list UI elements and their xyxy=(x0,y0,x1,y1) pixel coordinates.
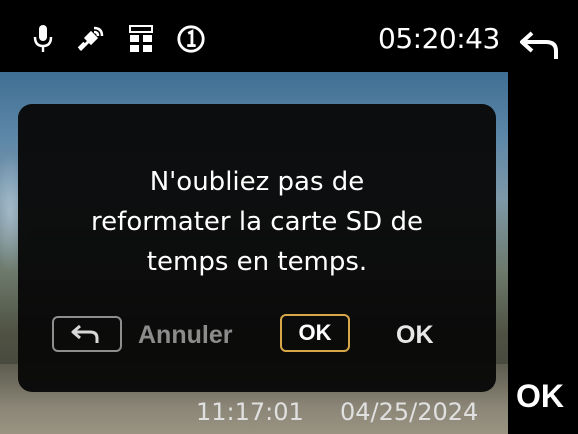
side-ok-button[interactable]: OK xyxy=(516,378,564,415)
dialog-message: N'oubliez pas de reformater la carte SD … xyxy=(18,162,496,282)
gps-satellite-icon xyxy=(76,22,106,56)
microphone-icon xyxy=(28,22,58,56)
wifi-signal-icon xyxy=(126,22,156,56)
back-button[interactable] xyxy=(508,22,572,68)
return-arrow-icon xyxy=(520,31,558,59)
cancel-label[interactable]: Annuler xyxy=(138,321,232,350)
ok-key-button[interactable]: OK xyxy=(280,314,350,352)
return-arrow-icon xyxy=(71,324,99,343)
recording-mode-icon xyxy=(176,22,206,56)
dialog-message-line: reformater la carte SD de xyxy=(91,207,423,237)
overlay-date: 04/25/2024 xyxy=(340,398,479,426)
dialog-message-line: temps en temps. xyxy=(146,247,368,277)
status-bar: 05:20:43 xyxy=(0,0,508,72)
reminder-dialog: N'oubliez pas de reformater la carte SD … xyxy=(18,104,496,392)
ok-label[interactable]: OK xyxy=(396,321,434,350)
side-controls: OK xyxy=(508,0,578,434)
overlay-time: 11:17:01 xyxy=(196,398,304,426)
cancel-key-button[interactable] xyxy=(52,316,122,352)
dashcam-screen: 05:20:43 OK N'oubliez pas de reformater … xyxy=(0,0,578,434)
status-time: 05:20:43 xyxy=(378,22,500,55)
dialog-message-line: N'oubliez pas de xyxy=(149,167,365,197)
